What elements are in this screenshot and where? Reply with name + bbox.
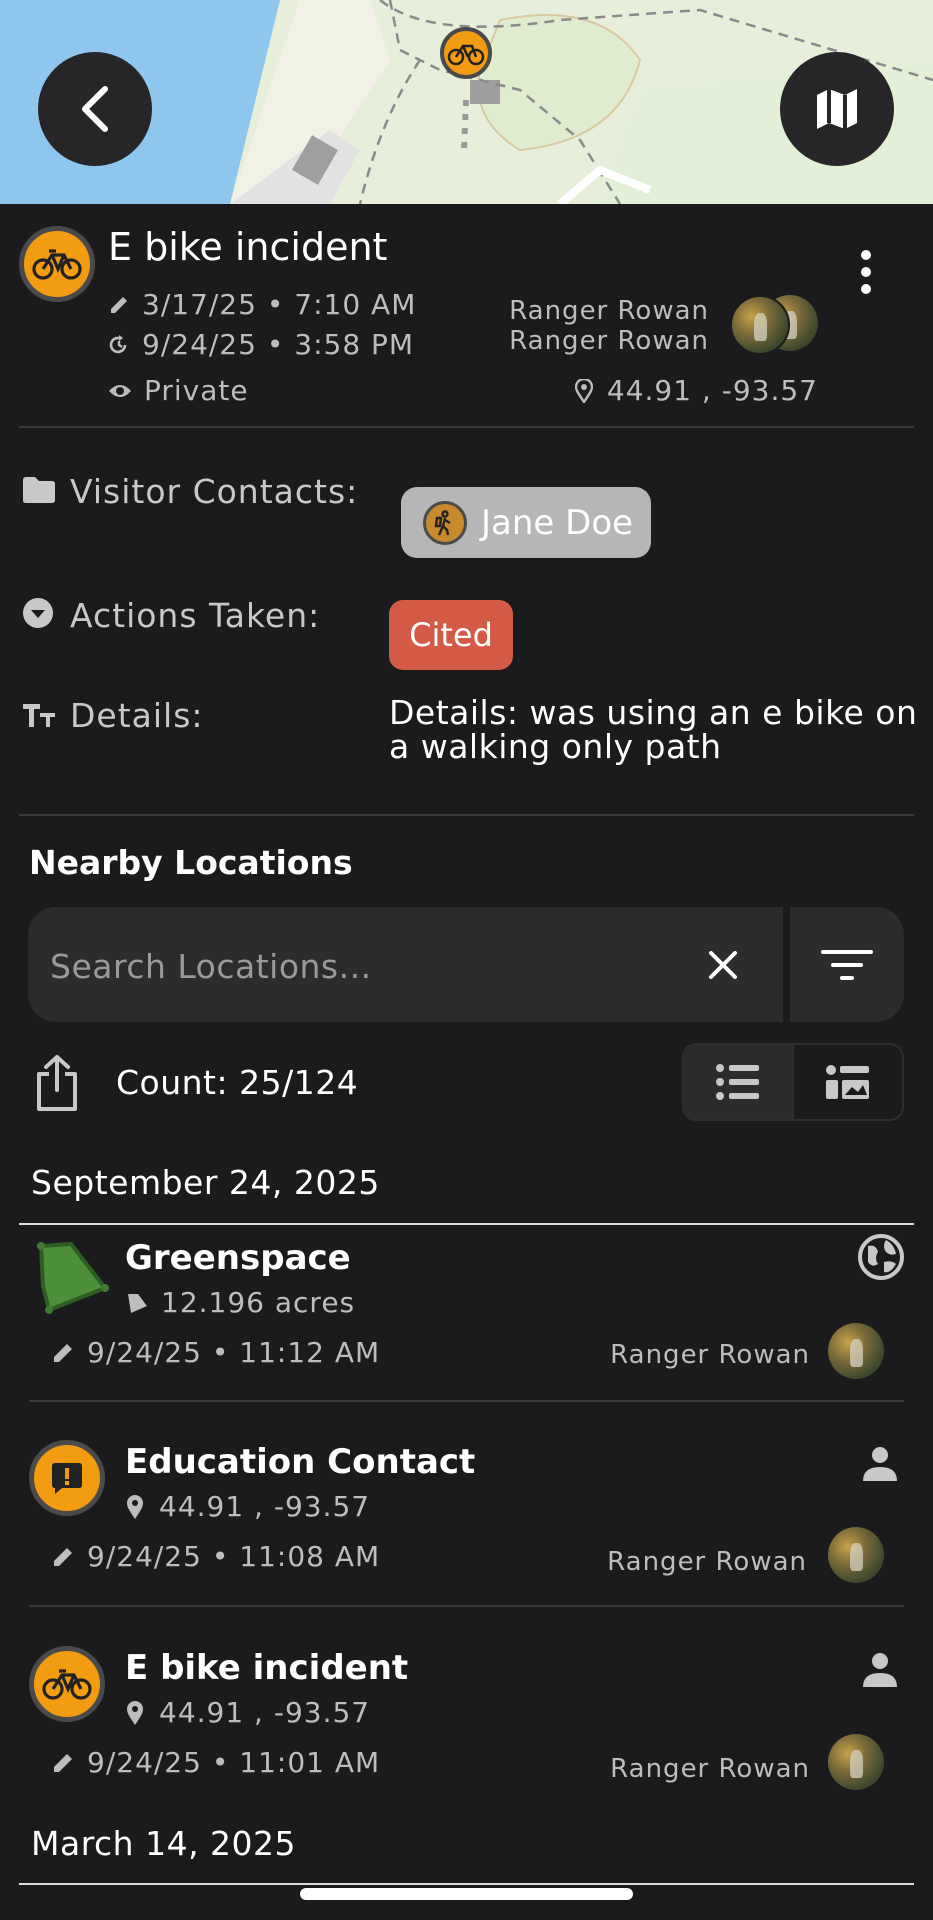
back-button[interactable] [38,52,152,166]
visibility-row: Private [108,374,249,407]
close-icon [706,948,740,982]
text-size-icon [22,702,56,728]
item-title: Greenspace [125,1238,351,1278]
nearby-locations-heading: Nearby Locations [29,843,353,882]
list-divider [29,1605,904,1607]
incident-title: E bike incident [108,225,388,269]
actions-cited-chip[interactable]: Cited [389,600,513,670]
share-icon [34,1054,80,1112]
card-list-icon [825,1063,871,1101]
hiker-icon [423,500,467,545]
item-sub-row: 44.91 , -93.57 [125,1696,370,1729]
globe-icon [856,1232,906,1282]
map-view-button[interactable] [780,52,894,166]
person-icon [860,1446,900,1482]
created-timestamp: 3/17/25 • 7:10 AM [142,288,417,321]
visibility-label: Private [144,374,249,407]
details-value: Details: was using an e bike on a walkin… [389,693,918,766]
item-user: Ranger Rowan [610,1754,810,1784]
item-user: Ranger Rowan [607,1547,807,1577]
avatar [828,1734,884,1790]
list-item[interactable]: E bike incident 44.91 , -93.57 9/24/25 •… [19,1638,914,1808]
pencil-icon [51,1751,75,1775]
list-divider [29,1400,904,1402]
details-divider [19,814,914,816]
person-icon [860,1652,900,1688]
pin-icon [125,1494,145,1520]
area-icon [125,1291,149,1315]
details-label: Details: [70,696,204,735]
list-icon [715,1063,761,1101]
item-timestamp: 9/24/25 • 11:08 AM [87,1540,381,1573]
actions-taken-label: Actions Taken: [70,596,321,635]
list-item[interactable]: Education Contact 44.91 , -93.57 9/24/25… [19,1432,914,1602]
item-user: Ranger Rowan [610,1340,810,1370]
visitor-contact-chip[interactable]: Jane Doe [401,487,651,558]
date-group-divider [19,1223,914,1225]
coordinates-value: 44.91 , -93.57 [606,374,818,407]
pencil-icon [108,294,130,316]
pin-icon [574,378,593,403]
map-icon [813,85,861,133]
view-toggle [682,1043,904,1121]
home-indicator [300,1888,633,1900]
updated-timestamp: 9/24/25 • 3:58 PM [142,328,415,361]
folder-icon [22,476,56,504]
item-type-badge [29,1646,105,1722]
created-row: 3/17/25 • 7:10 AM [108,288,416,321]
dropdown-circle-icon [22,597,54,629]
date-group-divider [19,1883,914,1885]
date-group-heading: March 14, 2025 [31,1824,297,1863]
creator-name: Ranger Rowan [509,296,709,326]
item-type-badge [29,1440,105,1516]
bike-icon [32,247,82,281]
eye-icon [108,382,132,400]
search-input[interactable] [48,930,672,1002]
incident-type-badge [19,226,95,302]
pin-icon [125,1700,145,1726]
more-options-button[interactable] [856,247,876,297]
updated-row: 9/24/25 • 3:58 PM [108,328,414,361]
pencil-icon [51,1341,75,1365]
area-icon [27,1234,111,1318]
more-vertical-icon [856,247,876,297]
item-time-row: 9/24/25 • 11:08 AM [51,1540,380,1573]
item-sub-row: 12.196 acres [125,1286,355,1319]
filter-button[interactable] [790,907,904,1022]
history-icon [108,334,130,356]
chevron-left-icon [75,84,115,134]
item-sub-row: 44.91 , -93.57 [125,1490,370,1523]
coordinates-row: 44.91 , -93.57 [574,374,818,407]
bike-icon [42,1667,92,1701]
item-coordinates: 44.91 , -93.57 [159,1696,371,1729]
list-view-button[interactable] [684,1045,792,1119]
creator-avatar [730,295,790,355]
item-coordinates: 44.91 , -93.57 [159,1490,371,1523]
item-time-row: 9/24/25 • 11:01 AM [51,1746,380,1779]
share-button[interactable] [34,1054,80,1112]
clear-search-button[interactable] [706,948,740,982]
avatar [828,1527,884,1583]
visitor-contact-name: Jane Doe [481,502,634,543]
card-view-button[interactable] [792,1045,902,1119]
item-timestamp: 9/24/25 • 11:12 AM [87,1336,381,1369]
header-divider [19,426,914,428]
date-group-heading: September 24, 2025 [31,1163,380,1202]
pencil-icon [51,1545,75,1569]
editor-name: Ranger Rowan [509,326,709,356]
item-title: Education Contact [125,1442,476,1482]
item-timestamp: 9/24/25 • 11:01 AM [87,1746,381,1779]
item-time-row: 9/24/25 • 11:12 AM [51,1336,380,1369]
filter-icon [821,949,873,981]
avatar [828,1323,884,1379]
item-title: E bike incident [125,1648,409,1688]
alert-icon [50,1461,84,1495]
visitor-contacts-label: Visitor Contacts: [70,472,359,511]
location-count: Count: 25/124 [116,1063,359,1102]
list-item[interactable]: Greenspace 12.196 acres 9/24/25 • 11:12 … [19,1226,914,1400]
item-area: 12.196 acres [161,1286,356,1319]
